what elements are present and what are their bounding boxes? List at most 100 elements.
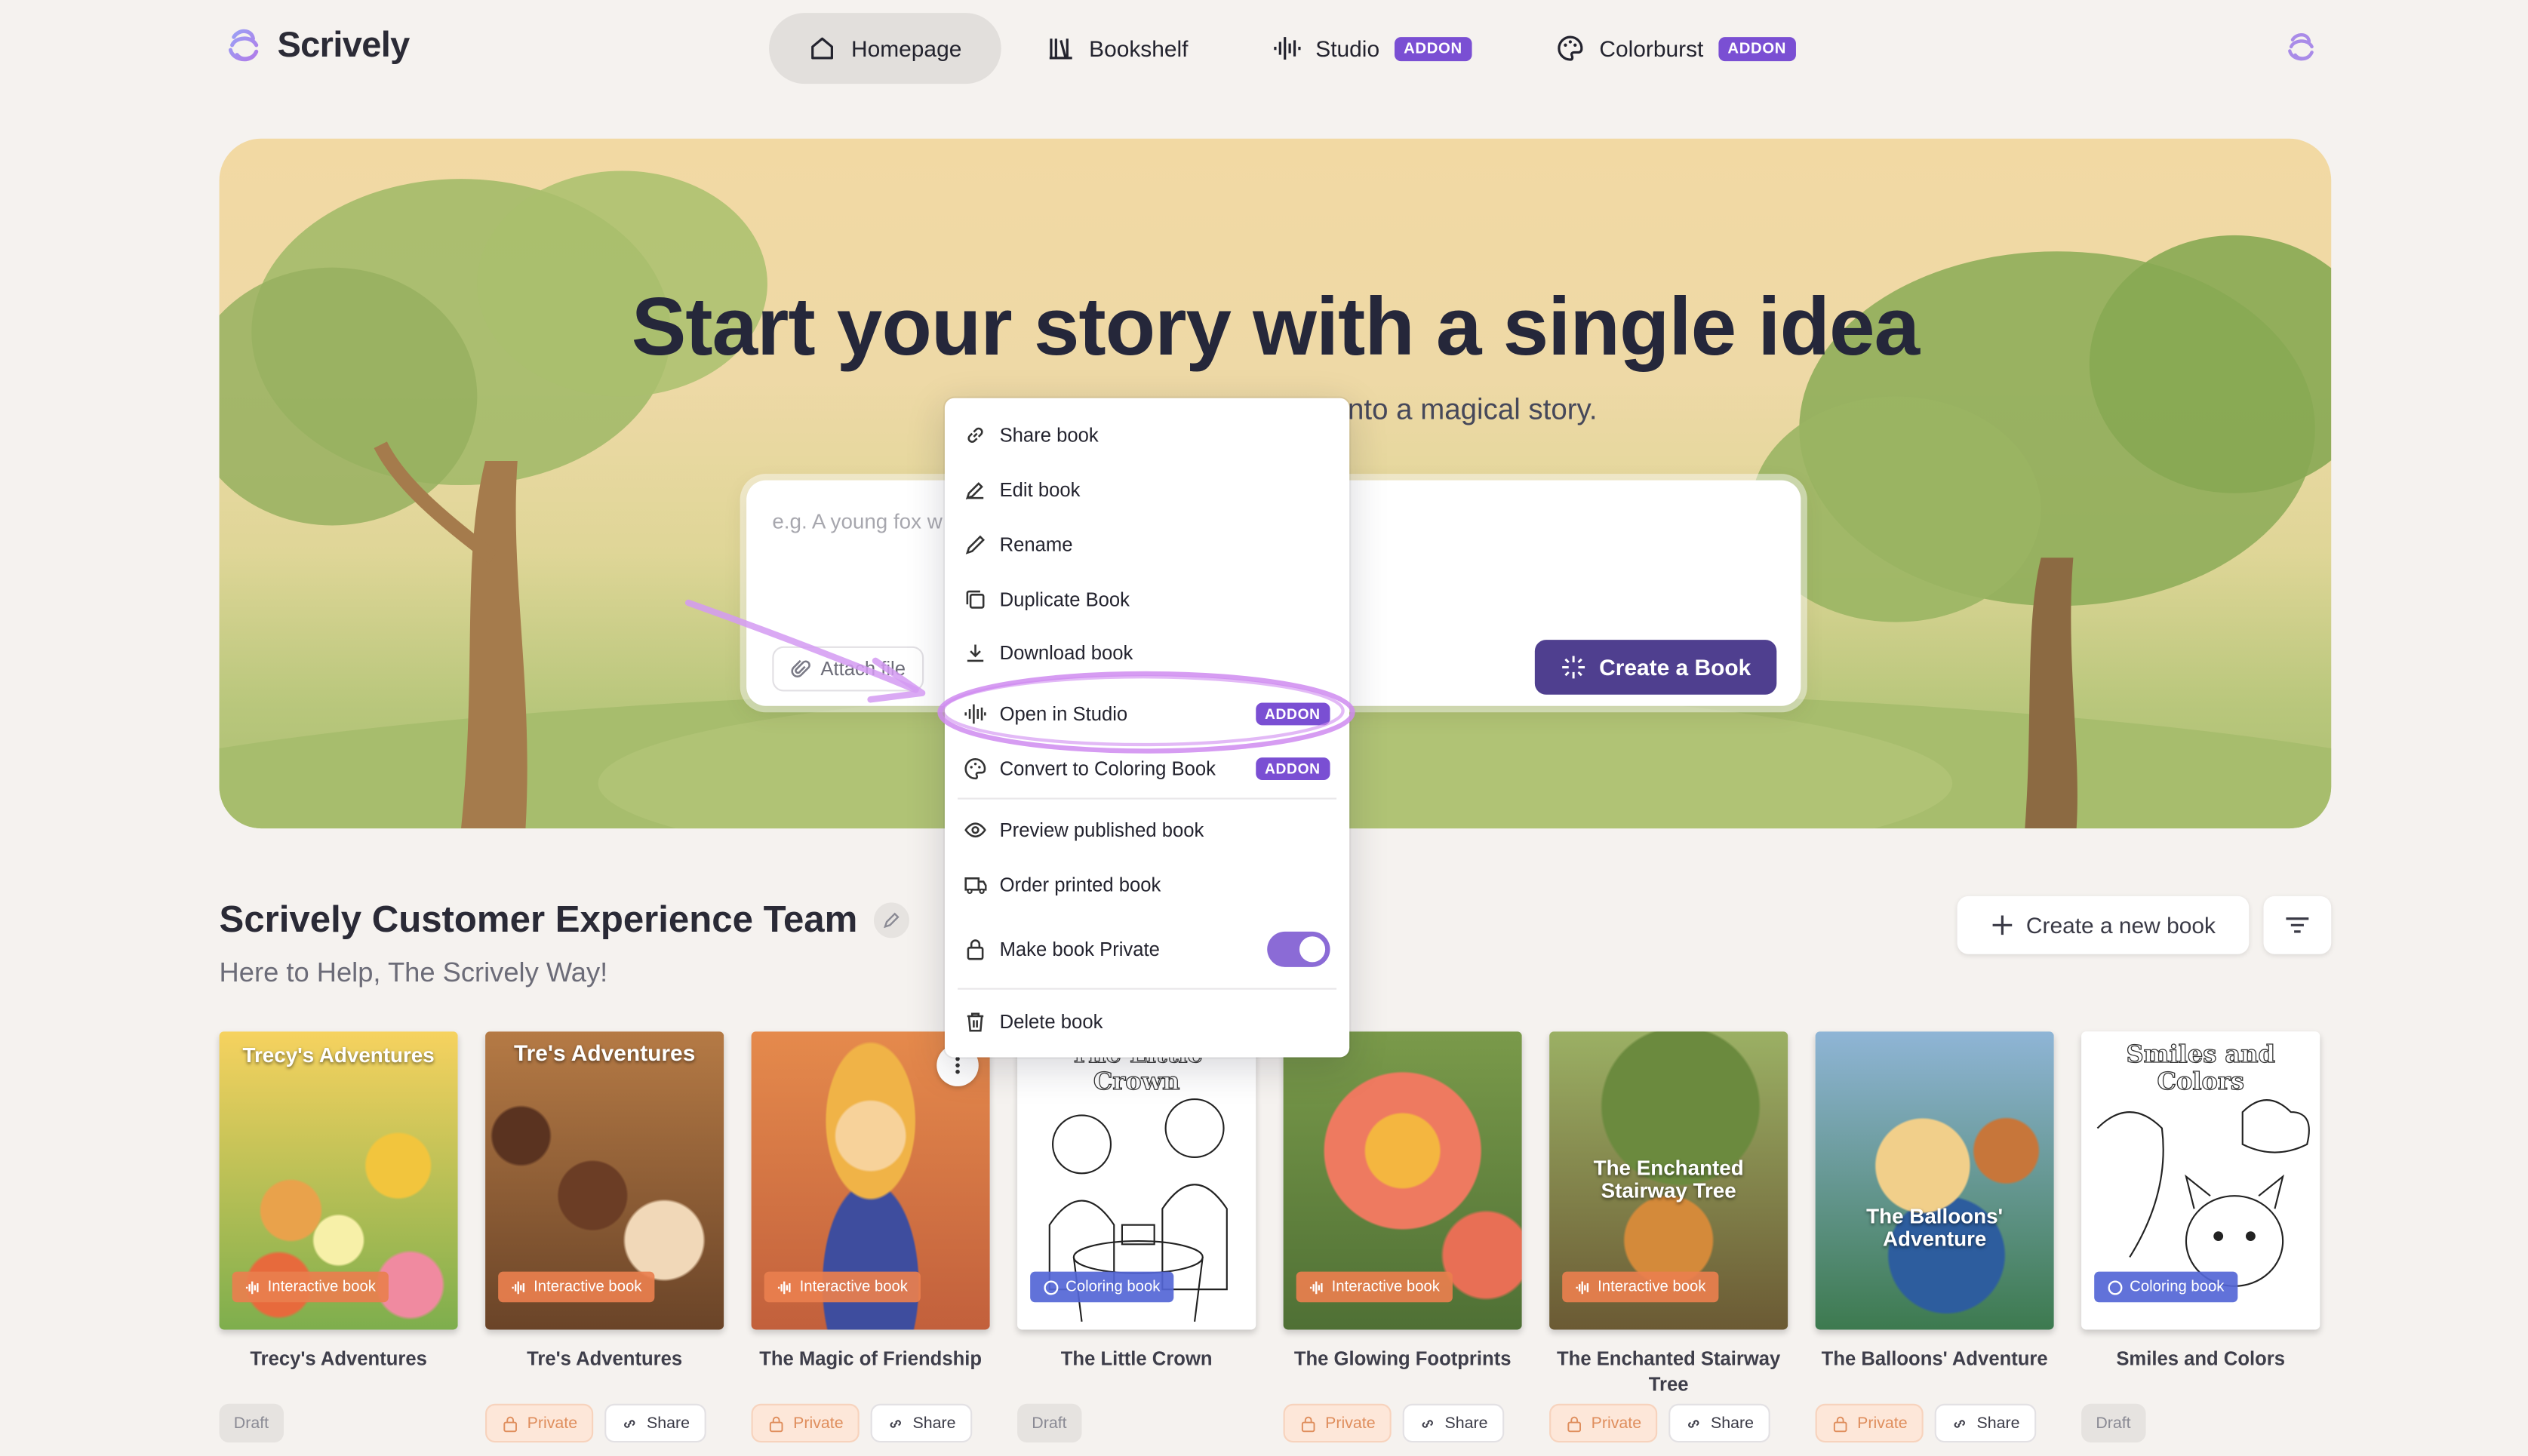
menu-open-in-studio[interactable]: Open in Studio ADDON — [945, 690, 1349, 738]
share-button[interactable]: Share — [870, 1403, 972, 1443]
audio-wave-icon — [1309, 1280, 1323, 1294]
palette-icon — [1558, 35, 1583, 61]
private-badge[interactable]: Private — [1283, 1403, 1392, 1443]
menu-duplicate-book[interactable]: Duplicate Book — [945, 576, 1349, 624]
paperclip-icon — [791, 659, 810, 677]
nav-bookshelf[interactable]: Bookshelf — [1007, 13, 1227, 84]
lock-icon — [1301, 1415, 1315, 1432]
menu-order-printed-book[interactable]: Order printed book — [945, 861, 1349, 909]
draft-badge: Draft — [2081, 1403, 2145, 1443]
private-badge[interactable]: Private — [1549, 1403, 1658, 1443]
app-name: Scrively — [277, 24, 410, 65]
download-icon — [967, 644, 984, 662]
addon-badge: ADDON — [1255, 702, 1330, 726]
private-label: Private — [1325, 1414, 1376, 1433]
profile-logo-icon[interactable] — [2283, 27, 2321, 66]
private-badge[interactable]: Private — [1815, 1403, 1924, 1443]
book-card[interactable]: Trecy's Adventures Interactive book Trec… — [219, 1031, 458, 1443]
filter-button[interactable] — [2263, 895, 2332, 954]
book-kind-label: Coloring book — [2130, 1278, 2225, 1296]
link-icon — [890, 1419, 902, 1427]
book-cover[interactable]: The Enchanted Stairway Tree Interactive … — [1549, 1031, 1788, 1330]
share-button[interactable]: Share — [1668, 1403, 1770, 1443]
book-title: Tre's Adventures — [527, 1347, 683, 1370]
create-new-book-button[interactable]: Create a new book — [1957, 895, 2250, 954]
book-card[interactable]: The Enchanted Stairway Tree Interactive … — [1549, 1031, 1788, 1443]
book-cover[interactable]: Smiles and Colors Coloring book — [2081, 1031, 2320, 1330]
share-label: Share — [912, 1414, 956, 1433]
book-title: The Little Crown — [1060, 1347, 1213, 1370]
book-cover[interactable]: The Little Crown Coloring book — [1017, 1031, 1256, 1330]
book-title: The Magic of Friendship — [759, 1347, 983, 1370]
palette-icon — [1044, 1279, 1059, 1295]
share-button[interactable]: Share — [1402, 1403, 1504, 1443]
book-cover[interactable]: Trecy's Adventures Interactive book — [219, 1031, 458, 1330]
edit-team-button[interactable] — [873, 902, 909, 938]
menu-convert-to-coloring-book[interactable]: Convert to Coloring Book ADDON — [945, 745, 1349, 793]
private-badge[interactable]: Private — [485, 1403, 594, 1443]
menu-item-label: Share book — [999, 423, 1099, 447]
book-card[interactable]: The Little Crown Coloring book The Littl… — [1017, 1031, 1256, 1443]
private-label: Private — [793, 1414, 844, 1433]
draft-badge: Draft — [1017, 1403, 1081, 1443]
book-actions: Private Share — [1549, 1403, 1770, 1443]
palette-icon — [2108, 1279, 2123, 1295]
private-label: Private — [527, 1414, 578, 1433]
addon-badge: ADDON — [1394, 36, 1472, 61]
menu-make-book-private[interactable]: Make book Private — [945, 925, 1349, 973]
book-title: Trecy's Adventures — [250, 1347, 427, 1370]
book-title: The Glowing Footprints — [1293, 1347, 1512, 1370]
book-title: The Balloons' Adventure — [1821, 1347, 2048, 1370]
book-title: The Enchanted Stairway Tree — [1556, 1347, 1781, 1396]
team-title: Scrively Customer Experience Team — [220, 898, 909, 941]
book-cover[interactable]: Interactive book — [1283, 1031, 1522, 1330]
audio-wave-icon — [964, 704, 986, 724]
nav-homepage[interactable]: Homepage — [769, 13, 1001, 84]
nav-colorburst[interactable]: Colorburst ADDON — [1517, 13, 1834, 84]
book-card[interactable]: Smiles and Colors Coloring book Smiles a… — [2081, 1031, 2320, 1443]
book-actions: Draft — [219, 1403, 284, 1443]
book-kind-pill: Interactive book — [764, 1271, 921, 1303]
nav-colorburst-label: Colorburst — [1599, 35, 1704, 62]
share-button[interactable]: Share — [604, 1403, 706, 1443]
nav-studio[interactable]: Studio ADDON — [1233, 13, 1511, 84]
book-context-menu: Share book Edit book Rename Duplicate Bo… — [944, 398, 1350, 1058]
book-kind-label: Coloring book — [1066, 1278, 1161, 1296]
nav-studio-label: Studio — [1315, 35, 1380, 62]
share-button[interactable]: Share — [1934, 1403, 2036, 1443]
menu-download-book[interactable]: Download book — [945, 628, 1349, 677]
private-toggle[interactable] — [1267, 931, 1330, 967]
book-card[interactable]: Interactive book The Glowing Footprints … — [1283, 1031, 1522, 1443]
book-cover[interactable]: Tre's Adventures Interactive book — [485, 1031, 724, 1330]
book-card[interactable]: Tre's Adventures Interactive book Tre's … — [485, 1031, 724, 1443]
private-badge[interactable]: Private — [751, 1403, 860, 1443]
book-cover-title: The Balloons' Adventure — [1866, 1203, 2004, 1252]
link-icon — [1422, 1419, 1434, 1427]
menu-edit-book[interactable]: Edit book — [945, 465, 1349, 514]
story-prompt-input[interactable]: e.g. A young fox w — [772, 509, 942, 533]
audio-wave-icon — [245, 1280, 259, 1294]
team-subtitle: Here to Help, The Scrively Way! — [219, 957, 608, 988]
app-logo[interactable]: Scrively — [223, 23, 410, 68]
book-card[interactable]: The Balloons' Adventure The Balloons' Ad… — [1815, 1031, 2054, 1443]
menu-share-book[interactable]: Share book — [945, 411, 1349, 459]
book-cover[interactable]: Interactive book — [751, 1031, 990, 1330]
create-book-button[interactable]: Create a Book — [1534, 640, 1777, 695]
book-cover[interactable]: The Balloons' Adventure — [1815, 1031, 2054, 1330]
menu-rename[interactable]: Rename — [945, 521, 1349, 569]
attach-file-button[interactable]: Attach file — [772, 646, 924, 692]
lock-icon — [1567, 1415, 1582, 1432]
menu-item-label: Convert to Coloring Book — [999, 757, 1216, 781]
book-kind-label: Interactive book — [534, 1278, 642, 1296]
menu-preview-published-book[interactable]: Preview published book — [945, 806, 1349, 854]
menu-delete-book[interactable]: Delete book — [945, 997, 1349, 1046]
lock-icon — [967, 939, 984, 960]
book-card[interactable]: Interactive book The Magic of Friendship… — [751, 1031, 990, 1443]
link-icon — [624, 1419, 635, 1427]
book-kind-pill: Interactive book — [498, 1271, 655, 1303]
palette-icon — [964, 757, 986, 780]
share-label: Share — [646, 1414, 690, 1433]
audio-wave-icon — [512, 1280, 525, 1294]
link-icon — [967, 427, 983, 443]
menu-item-label: Download book — [999, 641, 1133, 665]
